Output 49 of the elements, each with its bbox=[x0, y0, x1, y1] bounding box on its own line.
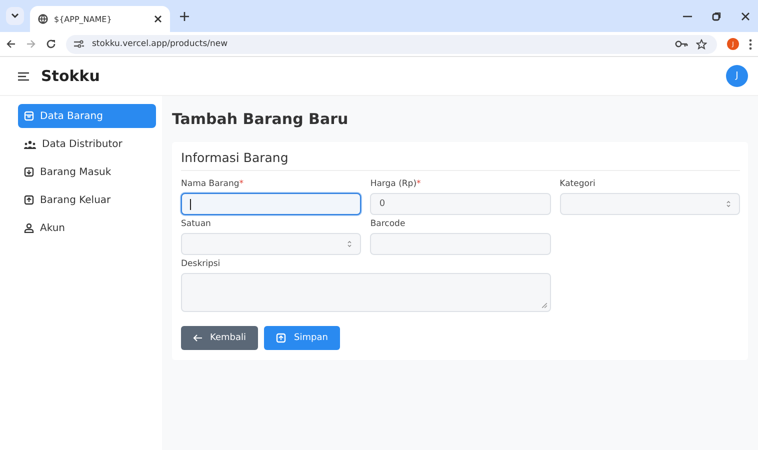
box-out-icon bbox=[24, 195, 34, 205]
address-bar[interactable]: stokku.vercel.app/products/new bbox=[66, 34, 717, 54]
sidebar-item[interactable]: Akun bbox=[18, 216, 156, 240]
key-icon[interactable] bbox=[675, 40, 688, 48]
new-tab-icon[interactable] bbox=[180, 12, 189, 20]
input-field[interactable] bbox=[181, 193, 362, 215]
url-text: stokku.vercel.app/products/new bbox=[92, 39, 228, 49]
user-avatar[interactable]: J bbox=[726, 65, 748, 87]
field-label: Nama Barang* bbox=[181, 179, 245, 189]
arrow-left-icon bbox=[193, 334, 202, 342]
box-icon bbox=[24, 111, 34, 121]
select-field[interactable] bbox=[181, 233, 362, 255]
tab-list-icon[interactable] bbox=[6, 7, 24, 25]
close-icon[interactable] bbox=[154, 15, 162, 23]
textarea-field[interactable] bbox=[181, 273, 551, 312]
field-label: Kategori bbox=[560, 179, 596, 189]
user-icon bbox=[24, 223, 34, 233]
resize-grip-icon bbox=[542, 303, 547, 308]
chevron-icon bbox=[347, 240, 352, 248]
restore-icon[interactable] bbox=[712, 12, 721, 20]
sidebar-item[interactable]: Data Distributor bbox=[18, 132, 156, 156]
close-icon[interactable] bbox=[741, 12, 750, 20]
field-label: Barcode bbox=[370, 219, 406, 229]
sidebar-item[interactable]: Barang Keluar bbox=[18, 188, 156, 212]
star-icon[interactable] bbox=[696, 38, 707, 50]
box-in-icon bbox=[24, 167, 34, 177]
page-title: Tambah Barang Baru bbox=[172, 110, 350, 128]
back-icon[interactable] bbox=[6, 39, 16, 49]
input-field[interactable]: 0 bbox=[370, 193, 551, 215]
site-settings-icon[interactable] bbox=[74, 40, 84, 48]
reload-icon[interactable] bbox=[46, 39, 56, 49]
save-button[interactable]: Simpan bbox=[264, 326, 340, 350]
field-label: Deskripsi bbox=[181, 259, 222, 269]
users-icon bbox=[24, 140, 36, 148]
browser-tab[interactable]: ${APP_NAME} bbox=[30, 6, 170, 32]
field-label: Harga (Rp)* bbox=[370, 179, 422, 189]
app-title: Stokku bbox=[41, 67, 100, 85]
back-button[interactable]: Kembali bbox=[181, 326, 258, 350]
menu-icon[interactable] bbox=[749, 38, 752, 50]
chevron-icon bbox=[726, 200, 731, 208]
select-field[interactable] bbox=[560, 193, 740, 215]
section-title: Informasi Barang bbox=[181, 150, 740, 171]
sidebar-item[interactable]: Data Barang bbox=[18, 104, 156, 128]
sidebar-item[interactable]: Barang Masuk bbox=[18, 160, 156, 184]
box-up-icon bbox=[276, 333, 286, 343]
field-label: Satuan bbox=[181, 219, 212, 229]
menu-icon[interactable] bbox=[18, 72, 29, 80]
globe-icon bbox=[38, 14, 48, 24]
tab-title: ${APP_NAME} bbox=[54, 14, 113, 24]
